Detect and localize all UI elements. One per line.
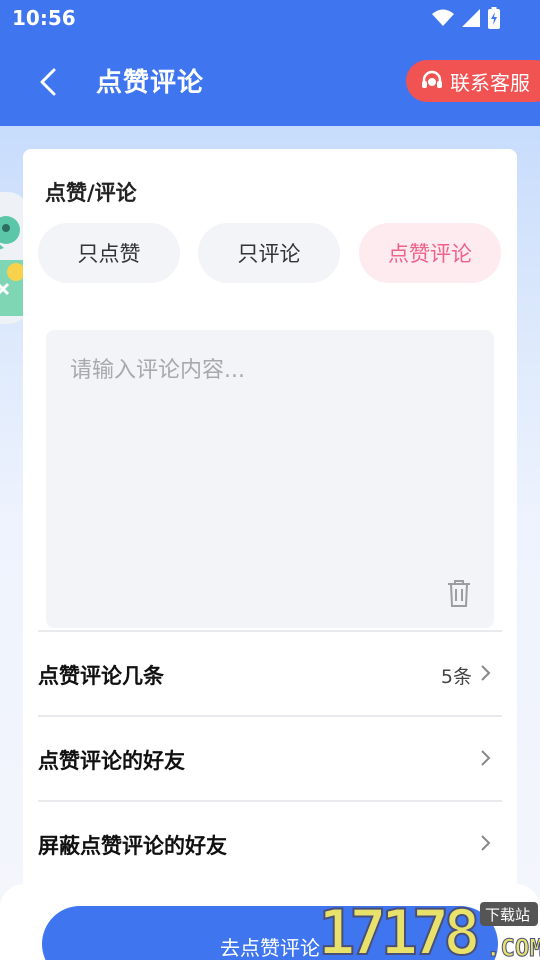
mode-option-like-and-comment[interactable]: 点赞评论 [359, 223, 501, 283]
count-setting-value: 5条 [440, 666, 472, 688]
settings-card: 点赞/评论 只点赞 只评论 点赞评论 点赞评论几条 5条 点赞评论的好友 屏蔽点… [23, 149, 517, 889]
comment-box [46, 330, 494, 628]
headset-icon [422, 70, 442, 88]
wifi-icon [432, 9, 454, 26]
friends-setting-row[interactable]: 点赞评论的好友 [38, 717, 502, 801]
chevron-right-icon [481, 665, 491, 681]
chevron-right-icon [481, 835, 491, 851]
trash-icon [448, 580, 470, 607]
watermark-number: 17178 [318, 898, 477, 960]
back-button[interactable] [28, 62, 68, 102]
contact-service-label: 联系客服 [450, 70, 530, 95]
clear-comment-button[interactable] [446, 578, 472, 608]
back-arrow-icon [40, 68, 56, 96]
blocked-friends-setting-label: 屏蔽点赞评论的好友 [38, 834, 227, 858]
page-title: 点赞评论 [96, 68, 205, 98]
battery-icon [488, 7, 500, 29]
status-bar: 10:56 [0, 0, 540, 36]
watermark-tag: 下载站 [485, 906, 530, 924]
mode-option-comment-only[interactable]: 只评论 [198, 223, 340, 283]
comment-input[interactable] [46, 330, 494, 628]
title-bar: 点赞评论 联系客服 [0, 46, 540, 116]
contact-service-button[interactable]: 联系客服 [406, 60, 540, 102]
cellular-signal-icon [462, 9, 480, 27]
mode-section-label: 点赞/评论 [45, 181, 137, 205]
site-watermark-logo: 17178 下载站 .COM [317, 898, 540, 960]
start-like-comment-label: 去点赞评论 [220, 936, 320, 960]
chevron-right-icon [481, 750, 491, 766]
mode-option-like-only[interactable]: 只点赞 [38, 223, 180, 283]
blocked-friends-setting-row[interactable]: 屏蔽点赞评论的好友 [38, 802, 502, 886]
count-setting-label: 点赞评论几条 [38, 664, 164, 688]
count-setting-row[interactable]: 点赞评论几条 5条 [38, 632, 502, 716]
friends-setting-label: 点赞评论的好友 [38, 749, 185, 773]
watermark-suffix: .COM [486, 934, 540, 960]
status-icons [432, 7, 500, 29]
status-time: 10:56 [12, 6, 76, 30]
